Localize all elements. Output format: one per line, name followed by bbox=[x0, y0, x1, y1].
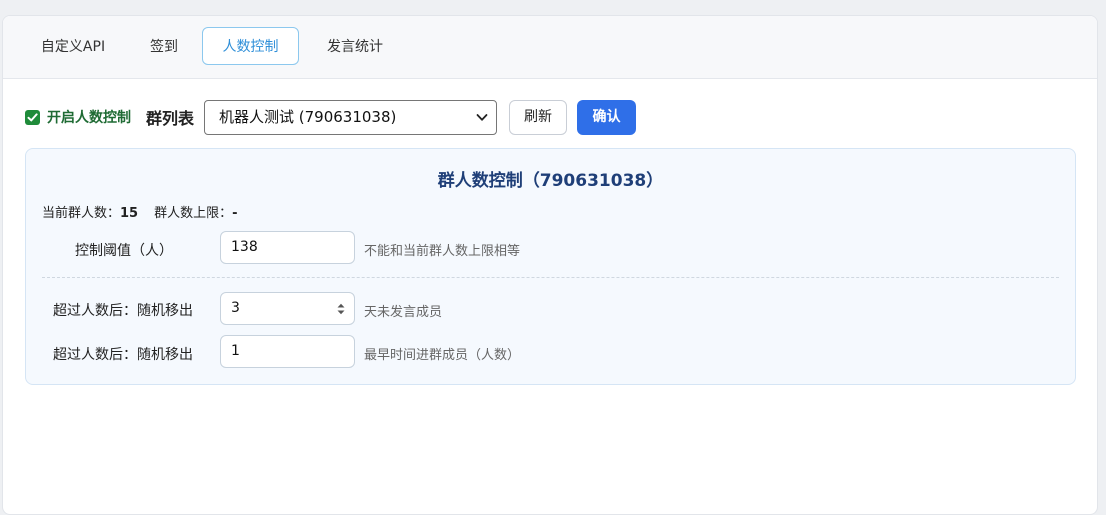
remove-inactive-stepper[interactable]: 3 bbox=[220, 292, 355, 325]
threshold-value: 138 bbox=[231, 239, 258, 255]
member-control-panel: 群人数控制（790631038） 当前群人数：15 群人数上限：- 控制阈值（人）… bbox=[25, 148, 1076, 385]
refresh-button[interactable]: 刷新 bbox=[509, 100, 567, 135]
enable-label[interactable]: 开启人数控制 bbox=[47, 107, 131, 127]
tab-member-control[interactable]: 人数控制 bbox=[202, 27, 299, 65]
current-count-label: 当前群人数： bbox=[42, 206, 121, 221]
toolbar: 开启人数控制 群列表 机器人测试 (790631038) 刷新 确认 bbox=[3, 100, 1097, 136]
group-select-value: 机器人测试 (790631038) bbox=[219, 108, 397, 126]
limit-value: - bbox=[232, 206, 238, 221]
group-list-label: 群列表 bbox=[146, 109, 195, 128]
remove-earliest-hint: 最早时间进群成员（人数） bbox=[364, 348, 521, 363]
divider bbox=[42, 277, 1059, 278]
group-stats: 当前群人数：15 群人数上限：- bbox=[42, 202, 254, 221]
spin-arrows-icon[interactable] bbox=[336, 302, 346, 316]
remove-inactive-label: 超过人数后：随机移出 bbox=[53, 303, 193, 319]
check-icon bbox=[27, 113, 38, 122]
remove-earliest-label: 超过人数后：随机移出 bbox=[53, 347, 193, 363]
threshold-label: 控制阈值（人） bbox=[75, 243, 173, 259]
tab-speech-stats[interactable]: 发言统计 bbox=[309, 27, 401, 65]
threshold-input[interactable]: 138 bbox=[220, 231, 355, 264]
remove-earliest-value: 1 bbox=[231, 343, 240, 359]
group-select[interactable]: 机器人测试 (790631038) bbox=[204, 100, 497, 135]
remove-inactive-hint: 天未发言成员 bbox=[364, 305, 443, 320]
main-card: 自定义API 签到 人数控制 发言统计 开启人数控制 群列表 机器人测试 (79… bbox=[2, 15, 1098, 515]
chevron-down-icon bbox=[476, 114, 488, 121]
enable-checkbox[interactable] bbox=[25, 110, 40, 125]
tab-bar: 自定义API 签到 人数控制 发言统计 bbox=[3, 16, 1097, 79]
confirm-button[interactable]: 确认 bbox=[577, 100, 636, 135]
panel-title: 群人数控制（790631038） bbox=[437, 171, 664, 191]
limit-label: 群人数上限： bbox=[154, 206, 233, 221]
remove-earliest-input[interactable]: 1 bbox=[220, 335, 355, 368]
tab-custom-api[interactable]: 自定义API bbox=[27, 27, 119, 65]
tab-checkin[interactable]: 签到 bbox=[133, 27, 195, 65]
current-count-value: 15 bbox=[120, 206, 139, 221]
threshold-hint: 不能和当前群人数上限相等 bbox=[364, 244, 521, 259]
remove-inactive-value: 3 bbox=[231, 300, 240, 316]
